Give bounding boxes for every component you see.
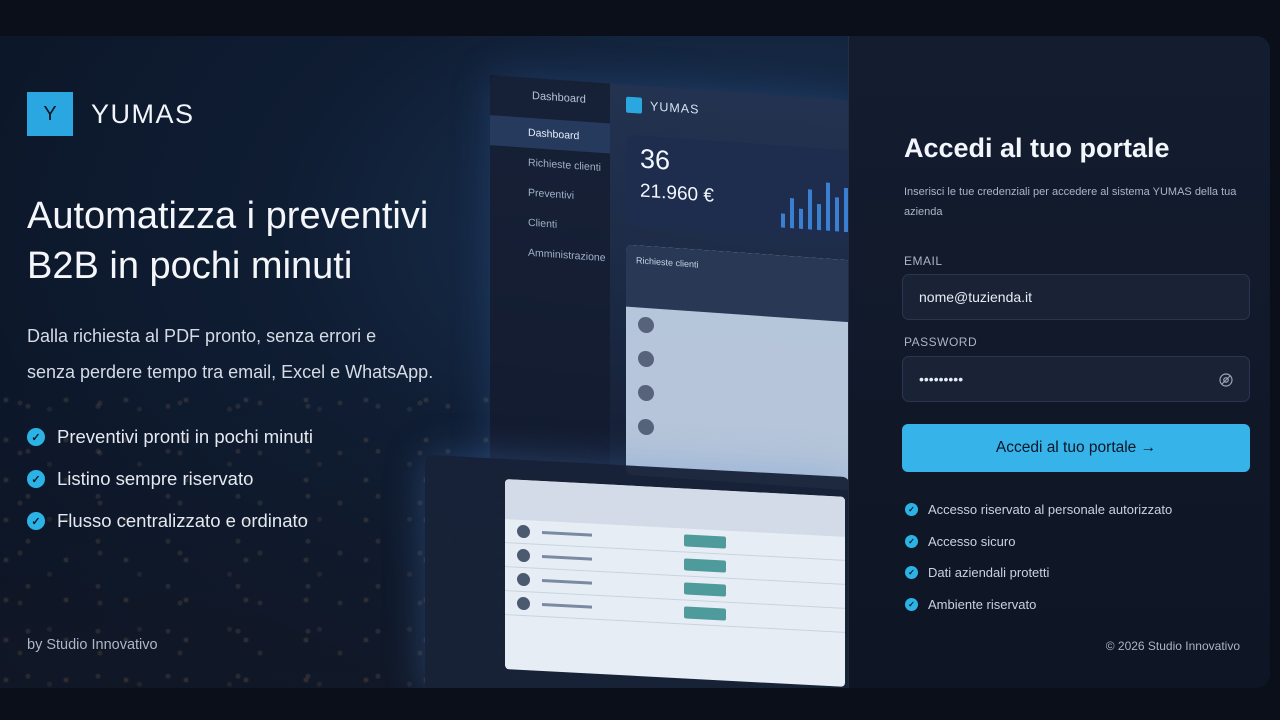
check-icon: ✓ bbox=[905, 597, 918, 611]
dashboard-mockup-front bbox=[425, 454, 850, 688]
email-value: nome@tuzienda.it bbox=[919, 289, 1033, 305]
hero-subhead: Dalla richiesta al PDF pronto, senza err… bbox=[27, 318, 547, 390]
mockup-app-name: YUMAS bbox=[650, 99, 700, 117]
login-submit-button[interactable]: Accedi al tuo portale → bbox=[902, 424, 1250, 472]
feature-item: ✓ Flusso centralizzato e ordinato bbox=[27, 500, 313, 542]
dashboard-mockup-back: Dashboard Dashboard Richieste clienti Pr… bbox=[490, 75, 860, 521]
subhead-line-2: senza perdere tempo tra email, Excel e W… bbox=[27, 362, 434, 382]
security-badge: ✓ Dati aziendali protetti bbox=[905, 557, 1172, 589]
security-badge: ✓ Accesso riservato al personale autoriz… bbox=[905, 494, 1172, 526]
badge-label: Accesso sicuro bbox=[928, 533, 1016, 549]
feature-label: Flusso centralizzato e ordinato bbox=[57, 510, 308, 531]
check-icon: ✓ bbox=[27, 428, 45, 446]
mockup-bars bbox=[781, 179, 848, 233]
badge-label: Ambiente riservato bbox=[928, 596, 1037, 612]
email-field[interactable]: nome@tuzienda.it bbox=[902, 274, 1250, 320]
feature-label: Preventivi pronti in pochi minuti bbox=[57, 426, 314, 447]
headline-line-2: B2B in pochi minuti bbox=[27, 245, 353, 287]
mockup-table: Richieste clienti bbox=[626, 244, 854, 491]
check-icon: ✓ bbox=[905, 503, 918, 517]
byline: by Studio Innovativo bbox=[27, 637, 158, 653]
hero-headline: Automatizza i preventivi B2B in pochi mi… bbox=[27, 191, 527, 291]
feature-item: ✓ Preventivi pronti in pochi minuti bbox=[27, 416, 313, 458]
login-description: Inserisci le tue credenziali per acceder… bbox=[904, 186, 1237, 218]
brand: Y YUMAS bbox=[27, 92, 195, 136]
mockup-header: YUMAS bbox=[626, 96, 700, 118]
security-badges: ✓ Accesso riservato al personale autoriz… bbox=[905, 494, 1172, 620]
check-icon: ✓ bbox=[905, 566, 918, 580]
feature-list: ✓ Preventivi pronti in pochi minuti ✓ Li… bbox=[27, 416, 313, 542]
mockup-logo-icon bbox=[626, 96, 642, 114]
show-password-icon[interactable] bbox=[1217, 371, 1235, 389]
password-label: PASSWORD bbox=[904, 335, 978, 349]
login-title: Accedi al tuo portale bbox=[904, 133, 1170, 163]
mockup-stat-card: 36 21.960 € bbox=[626, 134, 854, 241]
mockup-front-panel bbox=[505, 479, 845, 687]
feature-label: Listino sempre riservato bbox=[57, 468, 254, 489]
check-icon: ✓ bbox=[27, 512, 45, 530]
copyright: © 2026 Studio Innovativo bbox=[1105, 639, 1240, 653]
badge-label: Accesso riservato al personale autorizza… bbox=[928, 502, 1173, 518]
subhead-line-1: Dalla richiesta al PDF pronto, senza err… bbox=[27, 326, 377, 346]
password-field[interactable]: ••••••••• bbox=[902, 356, 1250, 402]
badge-label: Dati aziendali protetti bbox=[928, 565, 1050, 581]
feature-item: ✓ Listino sempre riservato bbox=[27, 458, 313, 500]
mockup-front-sidebar bbox=[425, 455, 503, 688]
email-label: EMAIL bbox=[904, 254, 943, 268]
security-badge: ✓ Accesso sicuro bbox=[905, 526, 1172, 558]
check-icon: ✓ bbox=[905, 534, 918, 548]
security-badge: ✓ Ambiente riservato bbox=[905, 589, 1172, 621]
login-panel: Accedi al tuo portale Inserisci le tue c… bbox=[848, 36, 1270, 688]
headline-line-1: Automatizza i preventivi bbox=[27, 195, 429, 237]
brand-name: YUMAS bbox=[91, 98, 195, 129]
check-icon: ✓ bbox=[27, 470, 45, 488]
password-value: ••••••••• bbox=[919, 371, 964, 387]
brand-logo: Y bbox=[27, 92, 73, 136]
